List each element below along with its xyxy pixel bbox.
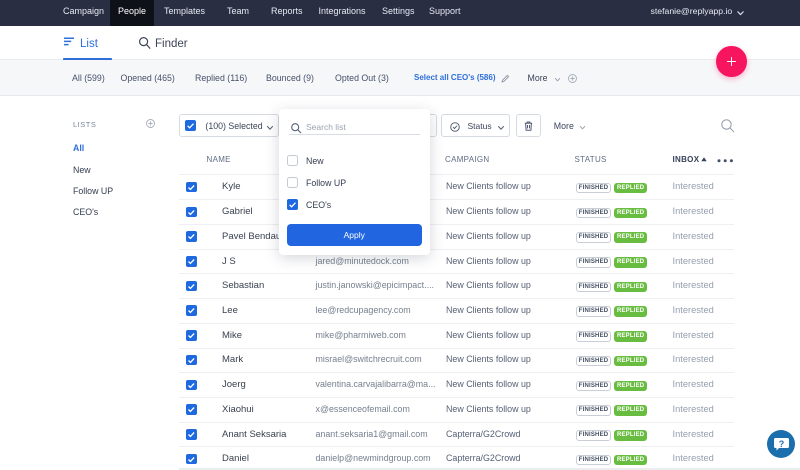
svg-text:?: ? — [779, 439, 785, 449]
